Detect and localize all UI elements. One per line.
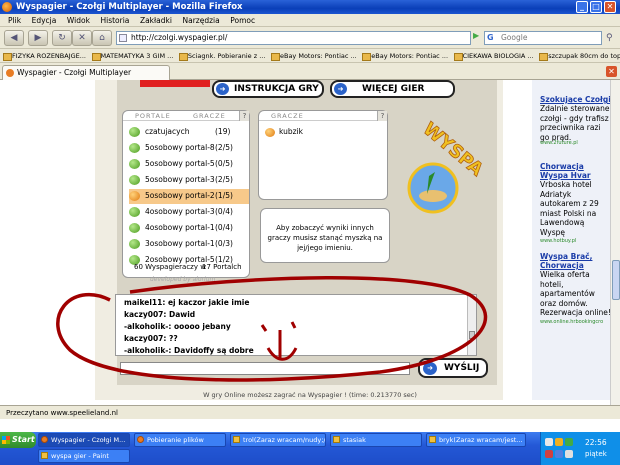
task-chat-bryk[interactable]: bryk(Zaraz wracam/jest...: [426, 433, 526, 447]
ad-text: Zdalnie sterowane czołgi - gdy trafisz p…: [540, 104, 610, 142]
task-label: trol(Zaraz wracam/nudy;/): [243, 436, 326, 444]
tray-icon[interactable]: [545, 450, 553, 458]
tray-icon[interactable]: [545, 438, 553, 446]
windows-taskbar: Start Wyspagier - Czołgi M... Pobieranie…: [0, 432, 620, 465]
task-downloads[interactable]: Pobieranie plików: [134, 433, 226, 447]
ad-text: Vrboska hotel Adriatyk autokarem z 29 mi…: [540, 180, 599, 237]
task-firefox[interactable]: Wyspagier - Czołgi M...: [38, 433, 130, 447]
ad-url[interactable]: www.2future.pl: [540, 140, 578, 146]
task-label: stasiak: [343, 436, 366, 444]
tray-icon[interactable]: [565, 438, 573, 446]
firefox-icon: [137, 436, 144, 443]
tray-icon[interactable]: [555, 438, 563, 446]
system-tray: 22:56 piątek: [540, 432, 620, 465]
ad-text: Wielka oferta hoteli, apartamentów oraz …: [540, 270, 611, 317]
start-button[interactable]: Start: [0, 432, 36, 448]
tray-icon[interactable]: [565, 450, 573, 458]
task-label: bryk(Zaraz wracam/jest...: [439, 436, 523, 444]
task-label: Pobieranie plików: [147, 436, 204, 444]
browser-status-bar: Przeczytano www.speelieland.nl: [0, 405, 620, 419]
page-scrollbar[interactable]: [610, 80, 620, 405]
start-label: Start: [12, 435, 35, 444]
task-label: wyspa gier - Paint: [51, 452, 109, 460]
chat-window-icon: [233, 436, 240, 443]
firefox-icon: [41, 436, 48, 443]
task-label: Wyspagier - Czołgi M...: [51, 436, 126, 444]
windows-logo-icon: [2, 436, 10, 444]
paint-icon: [41, 452, 48, 459]
clock-day: piątek: [585, 450, 607, 458]
ad-url[interactable]: www.hotbuy.pl: [540, 238, 576, 244]
chat-window-icon: [333, 436, 340, 443]
ad-title[interactable]: Wyspa Brač, Chorwacja: [540, 252, 610, 270]
ad-title[interactable]: Szokujące Czołgi: [540, 95, 611, 104]
ad-title[interactable]: Chorwacja Wyspa Hvar: [540, 162, 610, 180]
chat-window-icon: [429, 436, 436, 443]
tray-icon[interactable]: [555, 450, 563, 458]
scroll-thumb[interactable]: [612, 260, 620, 300]
task-paint[interactable]: wyspa gier - Paint: [38, 449, 130, 463]
clock-time[interactable]: 22:56: [585, 438, 607, 447]
red-marker-annotation: [56, 276, 488, 382]
task-chat-stasiak[interactable]: stasiak: [330, 433, 422, 447]
status-text: Przeczytano www.speelieland.nl: [6, 409, 118, 417]
task-chat-trol[interactable]: trol(Zaraz wracam/nudy;/): [230, 433, 326, 447]
ad-url[interactable]: www.online.hrbookingcro: [540, 319, 603, 325]
